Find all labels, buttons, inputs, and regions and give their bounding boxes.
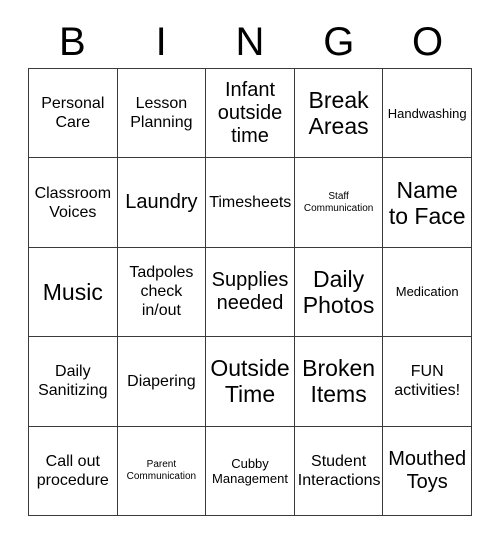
bingo-cell-label: Staff Communication bbox=[303, 190, 374, 214]
bingo-cell[interactable]: Medication bbox=[383, 247, 472, 338]
bingo-cell[interactable]: Student Interactions bbox=[294, 426, 384, 516]
bingo-cell[interactable]: Classroom Voices bbox=[29, 158, 118, 248]
bingo-cell[interactable]: Cubby Management bbox=[206, 426, 295, 516]
bingo-cell[interactable]: Diapering bbox=[117, 337, 207, 427]
bingo-cell-label: FUN activities! bbox=[394, 363, 461, 400]
bingo-grid: Personal Care Lesson Planning Infant outsi… bbox=[28, 68, 472, 516]
bingo-header-letter-g: G bbox=[323, 20, 355, 64]
bingo-cell[interactable]: Infant outside time bbox=[206, 69, 295, 159]
bingo-cell[interactable]: Laundry bbox=[117, 158, 207, 248]
bingo-cell[interactable]: Daily Photos bbox=[294, 247, 384, 338]
bingo-cell-label: Mouthed Toys bbox=[388, 447, 467, 493]
bingo-cell-label: Parent Communication bbox=[126, 458, 197, 482]
bingo-header-letter-i: I bbox=[155, 20, 167, 64]
bingo-cell[interactable]: Break Areas bbox=[294, 69, 384, 159]
bingo-cell[interactable]: Personal Care bbox=[29, 69, 118, 159]
bingo-cell-label: Personal Care bbox=[41, 95, 105, 132]
bingo-cell[interactable]: Call out procedure bbox=[29, 426, 118, 516]
bingo-cell-label: Supplies needed bbox=[211, 268, 289, 314]
bingo-cell[interactable]: Parent Communication bbox=[117, 426, 207, 516]
bingo-cell-label: Cubby Management bbox=[212, 455, 288, 486]
bingo-header: BINGO bbox=[28, 16, 472, 68]
bingo-cell-label: Tadpoles check in/out bbox=[129, 264, 194, 320]
bingo-cell-label: Handwashing bbox=[387, 105, 467, 121]
bingo-header-letter-n: N bbox=[235, 20, 265, 64]
bingo-cell-label: Medication bbox=[395, 284, 459, 300]
bingo-cell-label: Student Interactions bbox=[297, 452, 381, 489]
bingo-cell-label: Daily Photos bbox=[302, 265, 375, 318]
bingo-cell-label: Diapering bbox=[127, 372, 196, 390]
bingo-cell[interactable]: Lesson Planning bbox=[117, 69, 207, 159]
bingo-cell-label: Break Areas bbox=[308, 87, 369, 140]
bingo-card: B I N G O Personal Care Lesson Planning Infant… bbox=[0, 0, 500, 544]
bingo-cell[interactable]: Name to Face bbox=[383, 158, 472, 248]
bingo-cell-label: Music bbox=[42, 278, 103, 305]
bingo-cell-label: Name to Face bbox=[388, 176, 466, 229]
bingo-cell-label: Daily Sanitizing bbox=[38, 363, 108, 400]
bingo-cell-label: Lesson Planning bbox=[130, 95, 193, 132]
bingo-cell[interactable]: Handwashing bbox=[383, 69, 472, 159]
bingo-cell[interactable]: Music bbox=[29, 247, 118, 338]
bingo-cell[interactable]: Broken Items bbox=[294, 337, 384, 427]
bingo-cell-label: Timesheets bbox=[209, 194, 292, 212]
bingo-cell-label: Classroom Voices bbox=[34, 184, 112, 221]
bingo-cell[interactable]: Daily Sanitizing bbox=[29, 337, 118, 427]
bingo-cell[interactable]: FUN activities! bbox=[383, 337, 472, 427]
bingo-cell[interactable]: Tadpoles check in/out bbox=[117, 247, 207, 338]
bingo-cell[interactable]: Outside Time bbox=[206, 337, 295, 427]
bingo-header-letter-o: O bbox=[412, 20, 444, 64]
bingo-cell-label: Broken Items bbox=[302, 355, 376, 408]
bingo-cell-label: Outside Time bbox=[210, 355, 290, 408]
bingo-cell[interactable]: Mouthed Toys bbox=[383, 426, 472, 516]
bingo-cell[interactable]: Staff Communication bbox=[294, 158, 384, 248]
bingo-header-letter-b: B bbox=[59, 20, 86, 64]
bingo-cell[interactable]: Supplies needed bbox=[206, 247, 295, 338]
bingo-cell-label: Infant outside time bbox=[217, 78, 283, 147]
bingo-cell-label: Call out procedure bbox=[36, 452, 109, 489]
bingo-cell-label: Laundry bbox=[125, 191, 198, 214]
bingo-cell[interactable]: Timesheets bbox=[206, 158, 295, 248]
